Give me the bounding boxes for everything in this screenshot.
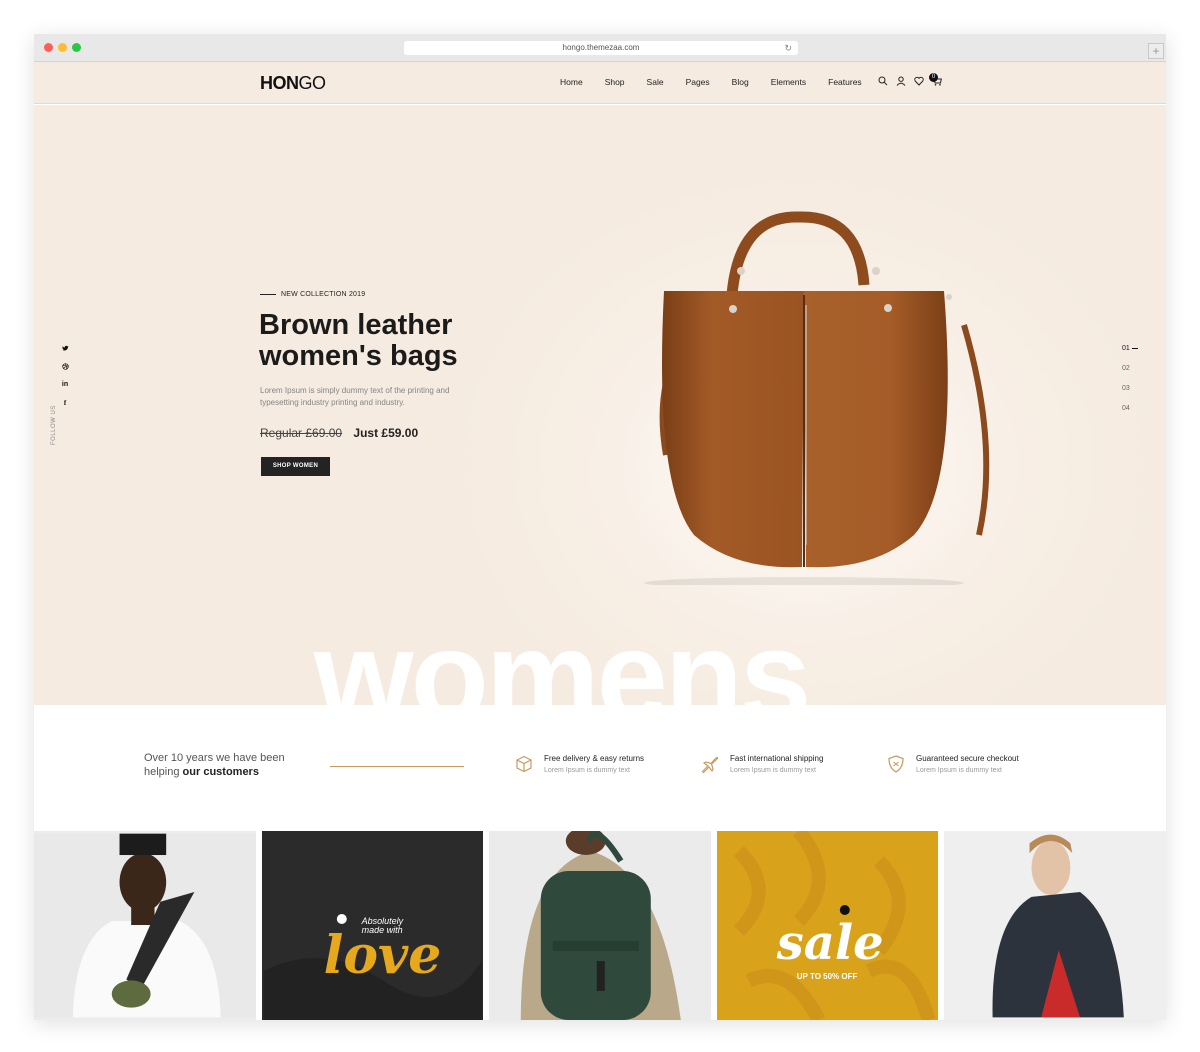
nav-home[interactable]: Home [560, 77, 583, 87]
feature-title: Free delivery & easy returns [544, 754, 645, 763]
nav-sale[interactable]: Sale [647, 77, 664, 87]
woman-in-coat-image [944, 833, 1166, 1018]
feature-title: Guaranteed secure checkout [916, 754, 1019, 763]
dribbble-icon[interactable] [60, 363, 70, 381]
shop-women-button[interactable]: SHOP WOMEN [261, 457, 330, 476]
hero-price: Regular £69.00 Just £59.00 [260, 426, 418, 440]
tagline-line-2b: our customers [182, 766, 259, 778]
hero-section: womens in f FOLLOW US NEW COLLECTION 201… [34, 105, 1166, 705]
slide-pagination: 01 02 03 04 [1122, 345, 1138, 425]
search-icon[interactable] [878, 76, 888, 86]
plane-icon [701, 756, 719, 774]
brown-leather-bag-image [644, 211, 990, 585]
site-header: HONGO Home Shop Sale Pages Blog Elements… [34, 62, 1166, 104]
new-tab-button[interactable]: + [1148, 43, 1164, 59]
regular-price: Regular £69.00 [260, 426, 343, 440]
backpack-category-tile[interactable] [489, 831, 711, 1020]
browser-chrome: hongo.themezaa.com ↻ + [34, 34, 1166, 62]
sale-discount-text: UP TO 50% OFF [796, 972, 858, 981]
slide-dot-4[interactable]: 04 [1122, 405, 1138, 425]
linkedin-icon[interactable]: in [60, 381, 70, 399]
social-links: in f [60, 345, 70, 417]
tagline-line-1: Over 10 years we have been [144, 752, 285, 764]
feature-desc: Lorem Ipsum is dummy text [916, 767, 1002, 774]
close-window-button[interactable] [44, 43, 53, 52]
features-strip: Over 10 years we have been helping our c… [34, 705, 1166, 831]
men-category-tile[interactable] [34, 831, 256, 1020]
main-nav: Home Shop Sale Pages Blog Elements Featu… [560, 77, 884, 87]
minimize-window-button[interactable] [58, 43, 67, 52]
follow-us-label: FOLLOW US [51, 405, 57, 445]
sale-promo-tile[interactable]: sale UP TO 50% OFF [716, 831, 939, 1020]
feature-desc: Lorem Ipsum is dummy text [544, 767, 630, 774]
reload-icon[interactable]: ↻ [784, 41, 792, 55]
browser-window: hongo.themezaa.com ↻ + HONGO Home Shop S… [34, 34, 1166, 1020]
experience-tagline: Over 10 years we have been helping our c… [144, 751, 285, 779]
shield-icon [888, 755, 904, 773]
sale-price: Just £59.00 [353, 426, 419, 440]
hero-title: Brown leather women's bags [259, 309, 458, 372]
site-logo[interactable]: HONGO [260, 73, 326, 94]
nav-elements[interactable]: Elements [771, 77, 806, 87]
hero-kicker: NEW COLLECTION 2019 [260, 291, 365, 298]
slide-dot-3[interactable]: 03 [1122, 385, 1138, 405]
hero-background-word: womens [314, 605, 811, 706]
heart-icon[interactable] [914, 76, 924, 86]
logo-light-text: GO [298, 73, 327, 93]
logo-bold-text: HON [260, 73, 299, 93]
box-icon [516, 755, 532, 773]
user-icon[interactable] [896, 76, 906, 86]
hero-description: Lorem Ipsum is simply dummy text of the … [260, 386, 450, 407]
feature-title: Fast international shipping [730, 754, 824, 763]
category-grid: Absolutely made with love sale UP TO 50%… [34, 831, 1166, 1020]
slide-dot-2[interactable]: 02 [1122, 365, 1138, 385]
love-script-text: love [323, 925, 442, 986]
man-with-bag-image [34, 833, 256, 1018]
slide-dot-1[interactable]: 01 [1122, 345, 1138, 365]
accent-divider [330, 766, 464, 767]
nav-pages[interactable]: Pages [686, 77, 710, 87]
facebook-icon[interactable]: f [60, 399, 70, 417]
love-promo-tile[interactable]: Absolutely made with love [261, 831, 484, 1020]
feature-desc: Lorem Ipsum is dummy text [730, 767, 816, 774]
nav-shop[interactable]: Shop [605, 77, 625, 87]
cart-count-badge: 0 [929, 73, 938, 82]
sale-script-text: sale [776, 915, 884, 971]
nav-features[interactable]: Features [828, 77, 862, 87]
twitter-icon[interactable] [60, 345, 70, 363]
tagline-line-2a: helping [144, 766, 183, 778]
green-backpack-image [490, 831, 709, 1020]
nav-blog[interactable]: Blog [732, 77, 749, 87]
address-bar[interactable]: hongo.themezaa.com ↻ [404, 41, 798, 55]
maximize-window-button[interactable] [72, 43, 81, 52]
women-category-tile[interactable] [944, 831, 1166, 1020]
url-text: hongo.themezaa.com [562, 43, 640, 52]
